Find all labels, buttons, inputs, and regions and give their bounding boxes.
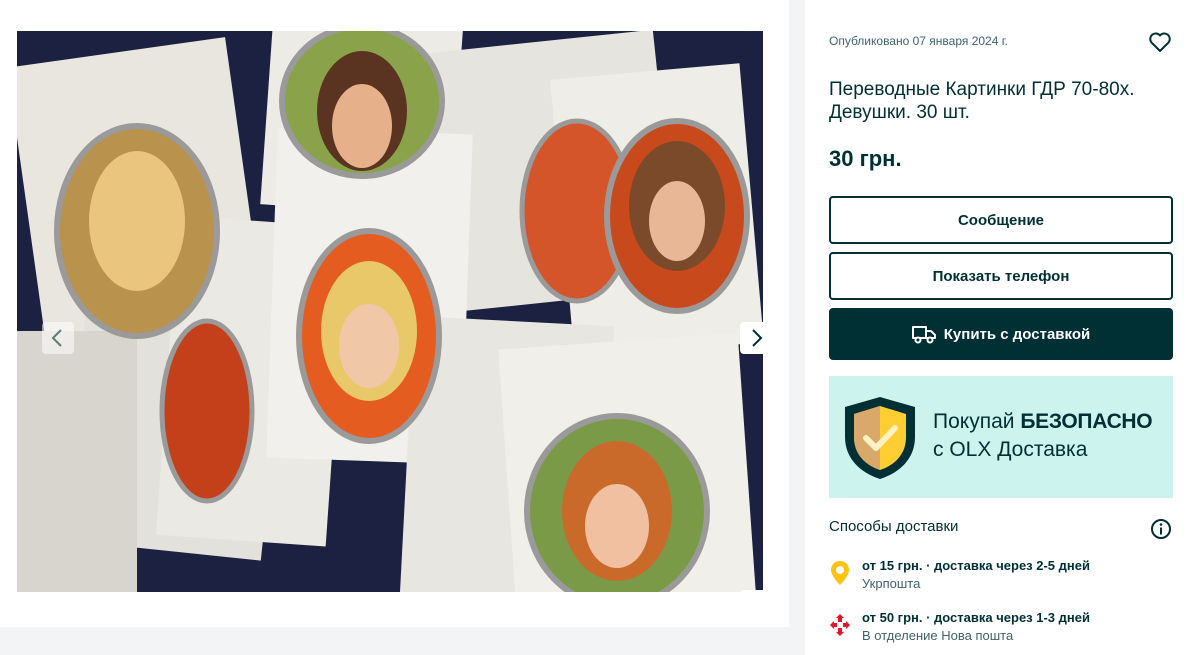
banner-line2: с OLX Доставка (933, 438, 1088, 461)
next-photo-button[interactable] (740, 322, 763, 354)
delivery-option: от 50 грн. · доставка через 1-3 дней В о… (829, 610, 1173, 646)
page-background (0, 627, 789, 655)
chevron-left-icon (51, 329, 62, 347)
show-phone-button[interactable]: Показать телефон (829, 252, 1173, 300)
ukrposhta-pin-icon (831, 561, 849, 585)
published-date: Опубликовано 07 января 2024 г. (829, 34, 1008, 48)
info-icon[interactable] (1150, 518, 1172, 540)
banner-line1-prefix: Покупай (933, 410, 1021, 433)
previous-photo-button[interactable] (42, 322, 74, 354)
olx-delivery-banner[interactable]: Покупай БЕЗОПАСНО с OLX Доставка (829, 376, 1173, 498)
delivery-methods-title: Способы доставки (829, 518, 959, 535)
chevron-right-icon (752, 329, 763, 347)
delivery-carrier: В отделение Нова пошта (862, 628, 1014, 643)
message-button[interactable]: Сообщение (829, 196, 1173, 244)
listing-title: Переводные Картинки ГДР 70-80х. Девушки.… (829, 79, 1135, 123)
banner-line1-bold: БЕЗОПАСНО (1020, 410, 1153, 433)
buy-with-delivery-button[interactable]: Купить с доставкой (829, 308, 1173, 360)
banner-text: Покупай БЕЗОПАСНО с OLX Доставка (933, 408, 1153, 464)
buy-button-label: Купить с доставкой (943, 325, 1091, 343)
delivery-option: от 15 грн. · доставка через 2-5 дней Укр… (829, 558, 1173, 594)
fullscreen-button[interactable] (740, 590, 763, 592)
delivery-carrier: Укрпошта (862, 576, 921, 591)
nova-poshta-icon (830, 614, 850, 636)
delivery-truck-icon (911, 326, 936, 344)
delivery-price-time: от 50 грн. · доставка через 1-3 дней (862, 610, 1090, 625)
listing-photo[interactable] (17, 31, 763, 592)
favorite-heart-icon[interactable] (1148, 30, 1172, 54)
delivery-price-time: от 15 грн. · доставка через 2-5 дней (862, 558, 1090, 573)
listing-sidebar: Опубликовано 07 января 2024 г. Переводны… (805, 0, 1193, 655)
photo-gallery[interactable] (17, 31, 763, 592)
gallery-panel (0, 0, 789, 627)
shield-check-icon (845, 397, 915, 479)
listing-price: 30 грн. (829, 146, 902, 171)
